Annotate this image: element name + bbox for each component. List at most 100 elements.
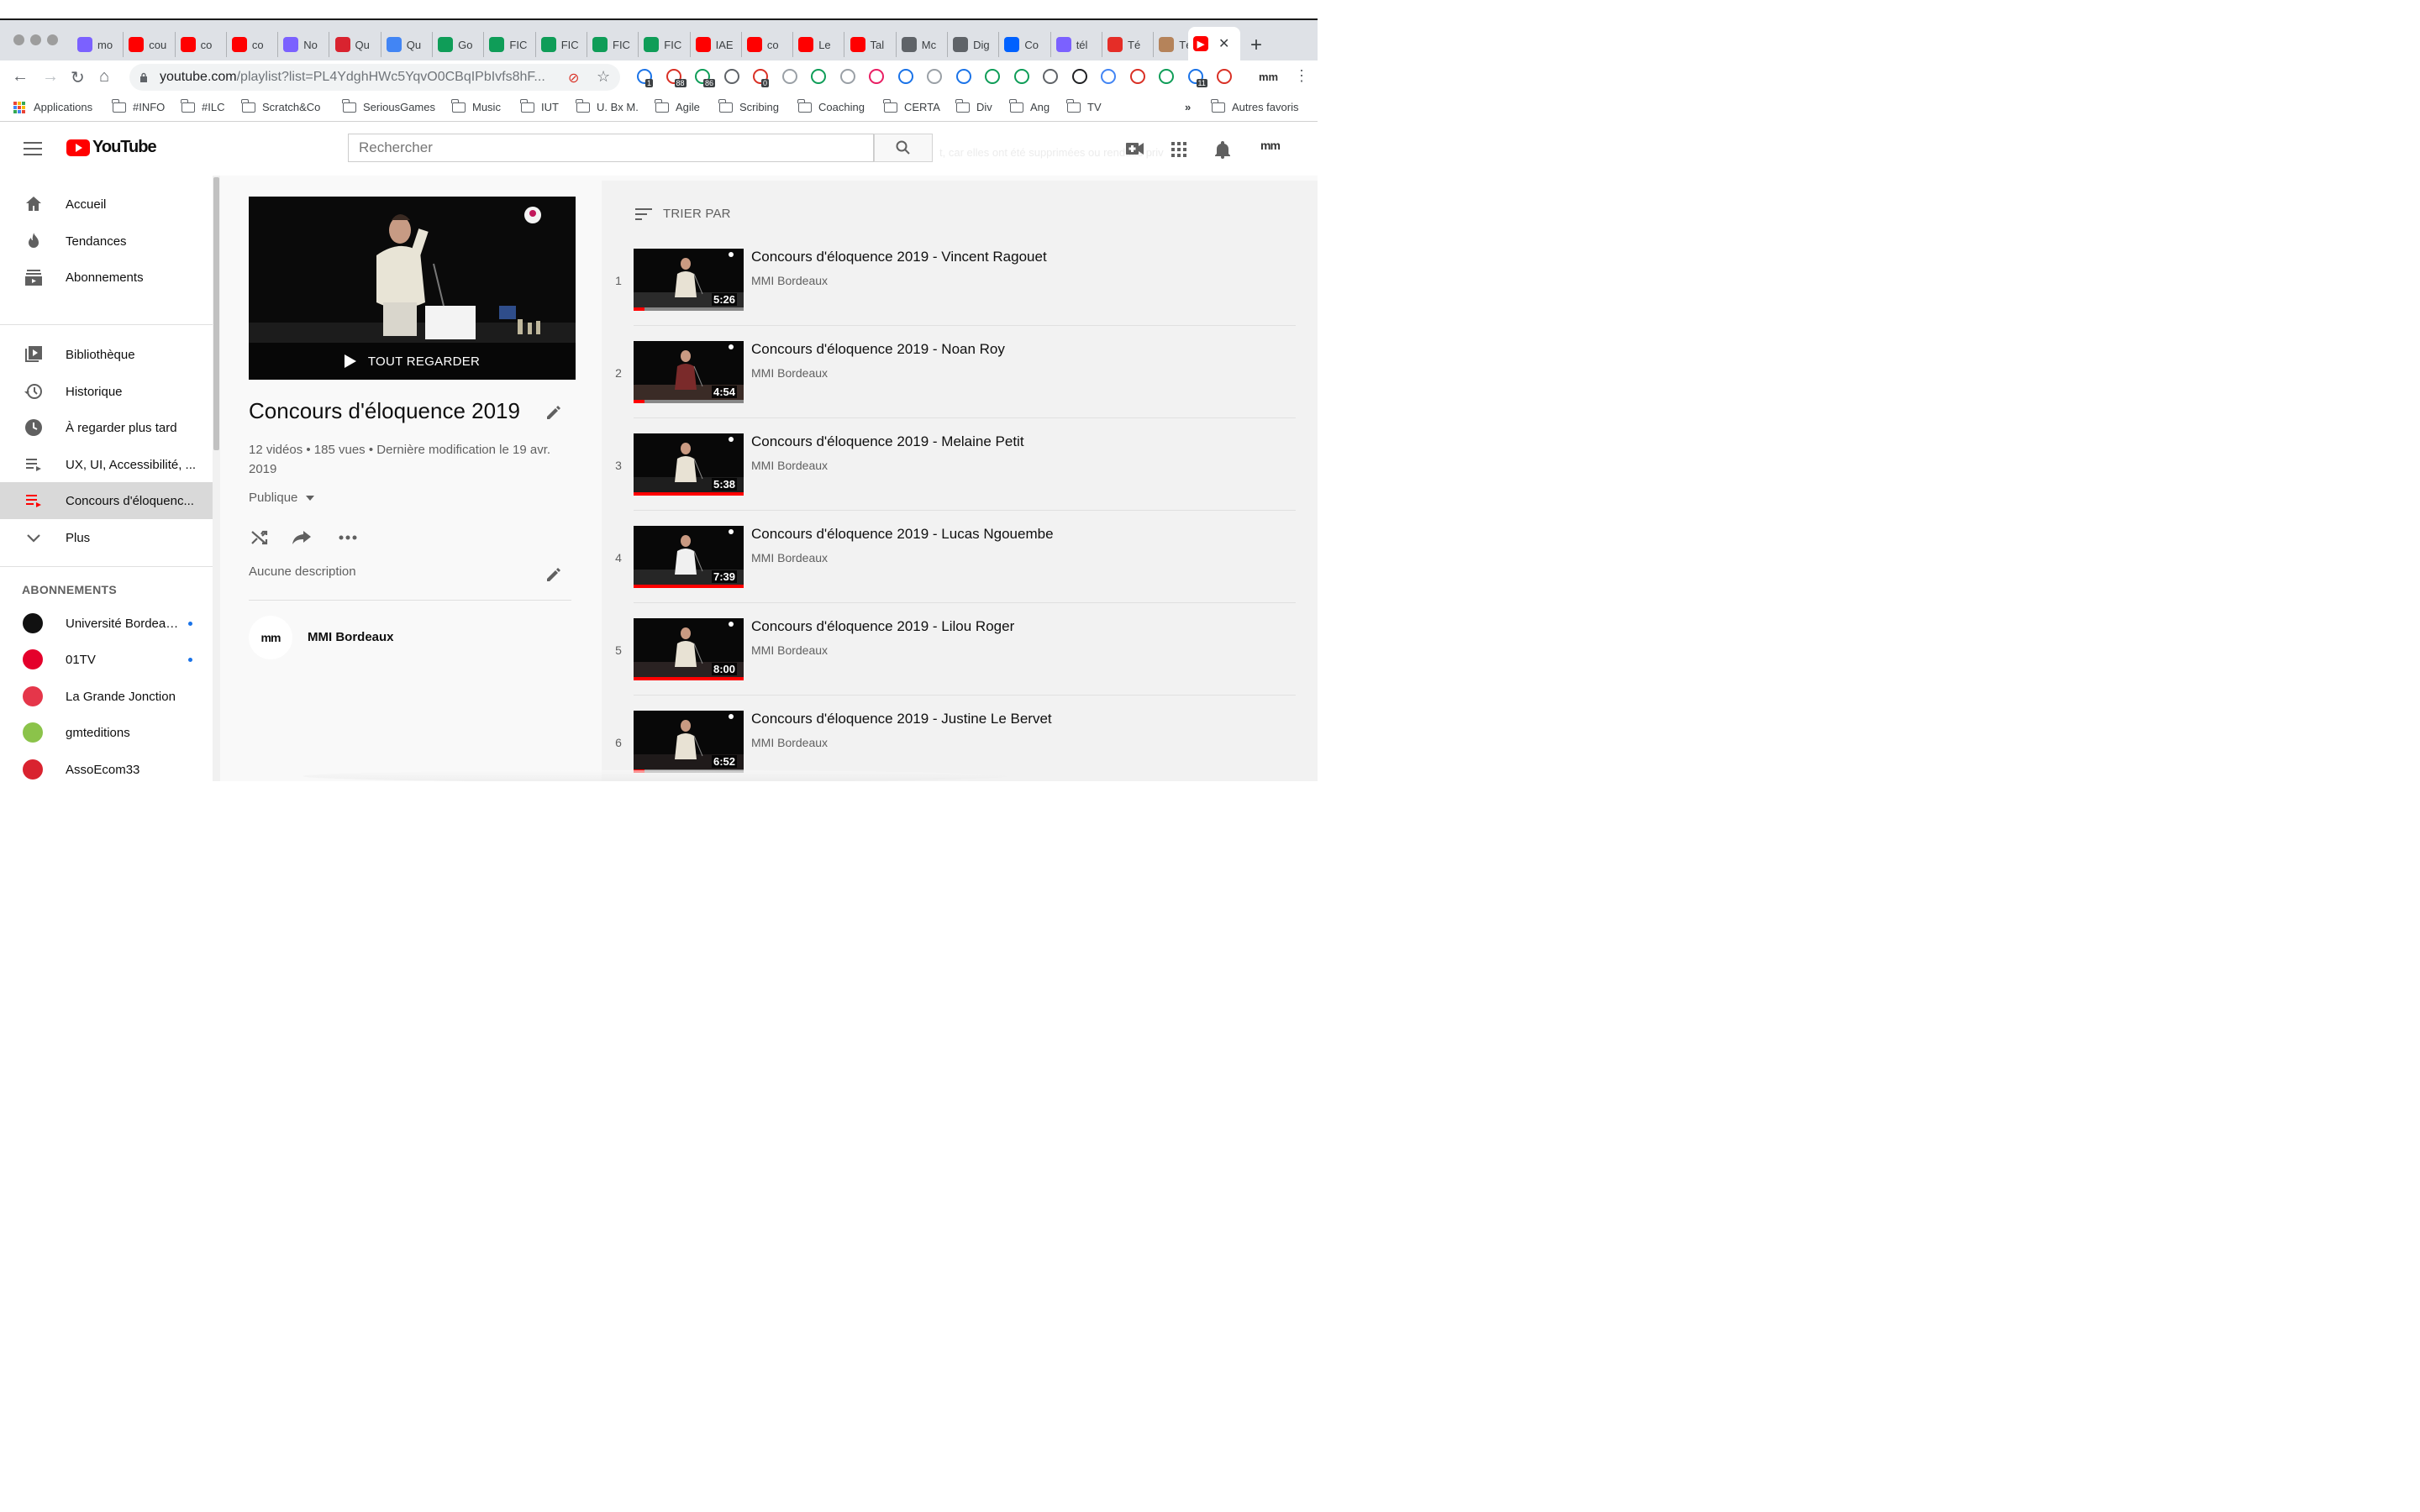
hamburger-menu-icon[interactable] — [24, 142, 42, 155]
subscription-item[interactable]: gmteditions — [0, 714, 213, 751]
playlist-video-row[interactable]: 5 8:00 Concours d'éloquence 2019 - Lilou R… — [602, 618, 1299, 711]
playlist-video-row[interactable]: 3 5:38 Concours d'éloquence 2019 - Melaine… — [602, 433, 1299, 526]
extension-icon[interactable] — [723, 69, 739, 84]
search-button[interactable] — [874, 134, 933, 162]
sidebar-item[interactable]: Historique — [0, 373, 213, 410]
sidebar-item[interactable]: Plus — [0, 519, 213, 556]
notifications-bell-icon[interactable] — [1215, 140, 1230, 159]
playlist-video-row[interactable]: 1 5:26 Concours d'éloquence 2019 - Vincent… — [602, 249, 1299, 341]
video-title[interactable]: Concours d'éloquence 2019 - Justine Le B… — [751, 711, 1052, 727]
sidebar-item[interactable]: Concours d'éloquenc... — [0, 482, 213, 519]
profile-avatar[interactable]: mm — [1259, 71, 1278, 83]
browser-tab[interactable]: Go — [433, 32, 485, 57]
owner-avatar[interactable]: mm — [249, 616, 292, 659]
home-button[interactable]: ⌂ — [99, 67, 109, 87]
bookmark-folder[interactable]: TV — [1066, 98, 1102, 113]
playlist-video-row[interactable]: 4 7:39 Concours d'éloquence 2019 - Lucas N… — [602, 526, 1299, 618]
owner-name[interactable]: MMI Bordeaux — [308, 630, 394, 644]
new-tab-button[interactable]: + — [1250, 34, 1262, 57]
browser-tab[interactable]: IAE — [691, 32, 742, 57]
video-thumbnail[interactable]: 5:38 — [634, 433, 744, 496]
browser-tab[interactable]: co — [227, 32, 279, 57]
video-channel[interactable]: MMI Bordeaux — [751, 274, 828, 287]
extension-icon[interactable] — [1013, 69, 1029, 84]
video-thumbnail[interactable]: 6:52 — [634, 711, 744, 773]
browser-tab[interactable]: No — [278, 32, 330, 57]
shuffle-icon[interactable] — [251, 530, 268, 545]
share-icon[interactable] — [292, 531, 311, 544]
subscription-item[interactable]: AssoEcom33 — [0, 751, 213, 781]
sidebar-item[interactable]: Accueil — [0, 186, 213, 223]
account-avatar[interactable]: mm — [1260, 139, 1281, 152]
bookmark-folder[interactable]: Ang — [1009, 98, 1050, 113]
video-thumbnail[interactable]: 5:26 — [634, 249, 744, 311]
video-title[interactable]: Concours d'éloquence 2019 - Vincent Rago… — [751, 249, 1047, 265]
extension-icon[interactable] — [781, 69, 797, 84]
bookmark-folder[interactable]: Div — [955, 98, 992, 113]
extension-icon[interactable] — [811, 69, 826, 84]
extension-icon[interactable] — [869, 69, 884, 84]
other-bookmarks[interactable]: Autres favoris — [1211, 98, 1298, 113]
browser-tab[interactable]: Le — [793, 32, 845, 57]
extension-icon[interactable] — [1101, 69, 1116, 84]
video-channel[interactable]: MMI Bordeaux — [751, 366, 828, 380]
sort-button[interactable]: TRIER PAR — [635, 207, 731, 221]
extension-icon[interactable] — [985, 69, 1000, 84]
bookmark-folder[interactable]: Agile — [655, 98, 700, 113]
video-title[interactable]: Concours d'éloquence 2019 - Lucas Ngouem… — [751, 526, 1054, 543]
bookmark-folder[interactable]: IUT — [520, 98, 559, 113]
browser-tab[interactable]: cou — [124, 32, 176, 57]
maximize-window-icon[interactable] — [47, 34, 58, 45]
browser-tab[interactable]: Mc — [897, 32, 949, 57]
browser-tab[interactable]: co — [742, 32, 794, 57]
bookmark-folder[interactable]: Coaching — [797, 98, 865, 113]
video-title[interactable]: Concours d'éloquence 2019 - Noan Roy — [751, 341, 1005, 358]
playlist-hero-thumbnail[interactable]: TOUT REGARDER — [249, 197, 576, 380]
extension-icon[interactable] — [839, 69, 855, 84]
extension-icon[interactable] — [897, 69, 913, 84]
sidebar-item[interactable]: Bibliothèque — [0, 336, 213, 373]
apps-grid-icon[interactable] — [1171, 142, 1186, 157]
video-channel[interactable]: MMI Bordeaux — [751, 736, 828, 749]
browser-tab[interactable]: co — [176, 32, 227, 57]
extension-icon[interactable] — [1071, 69, 1087, 84]
extension-icon[interactable] — [1043, 69, 1058, 84]
video-channel[interactable]: MMI Bordeaux — [751, 551, 828, 564]
back-button[interactable]: ← — [12, 67, 29, 87]
bookmark-folder[interactable]: #ILC — [181, 98, 224, 113]
minimize-window-icon[interactable] — [30, 34, 41, 45]
play-all-button[interactable]: TOUT REGARDER — [249, 343, 576, 380]
extension-icon[interactable] — [1217, 69, 1232, 84]
privacy-dropdown[interactable]: Publique — [249, 491, 315, 505]
browser-tab[interactable]: tél — [1051, 32, 1102, 57]
edit-title-pencil-icon[interactable] — [545, 404, 562, 421]
extension-icon[interactable] — [955, 69, 971, 84]
sidebar-item[interactable]: À regarder plus tard — [0, 409, 213, 446]
browser-tab[interactable]: Tal — [845, 32, 897, 57]
bookmark-folder[interactable]: U. Bx M. — [576, 98, 639, 113]
reload-button[interactable]: ↻ — [71, 67, 85, 88]
browser-tab[interactable]: FIC — [587, 32, 639, 57]
translate-icon[interactable]: ⊘ — [568, 70, 579, 87]
video-thumbnail[interactable]: 8:00 — [634, 618, 744, 680]
browser-tab[interactable]: FIC — [484, 32, 536, 57]
bookmark-folder[interactable]: Music — [451, 98, 501, 113]
subscription-item[interactable]: La Grande Jonction — [0, 678, 213, 715]
bookmark-folder[interactable]: SeriousGames — [342, 98, 435, 113]
browser-menu-icon[interactable]: ⋮ — [1294, 67, 1309, 85]
browser-tab[interactable]: FIC — [639, 32, 691, 57]
video-thumbnail[interactable]: 4:54 — [634, 341, 744, 403]
extension-icon[interactable] — [1159, 69, 1174, 84]
sidebar-item[interactable]: UX, UI, Accessibilité, ... — [0, 446, 213, 483]
extension-icon[interactable] — [927, 69, 942, 84]
video-channel[interactable]: MMI Bordeaux — [751, 643, 828, 657]
browser-tab[interactable]: FIC — [536, 32, 587, 57]
extension-icon[interactable] — [1129, 69, 1145, 84]
youtube-logo[interactable]: YouTube — [66, 138, 157, 157]
forward-button[interactable]: → — [42, 67, 59, 87]
video-thumbnail[interactable]: 7:39 — [634, 526, 744, 588]
browser-tab[interactable]: Dig — [948, 32, 1000, 57]
browser-tab[interactable]: mo — [72, 32, 124, 57]
bookmark-folder[interactable]: CERTA — [883, 98, 940, 113]
subscription-item[interactable]: Université Bordeau... — [0, 605, 213, 642]
